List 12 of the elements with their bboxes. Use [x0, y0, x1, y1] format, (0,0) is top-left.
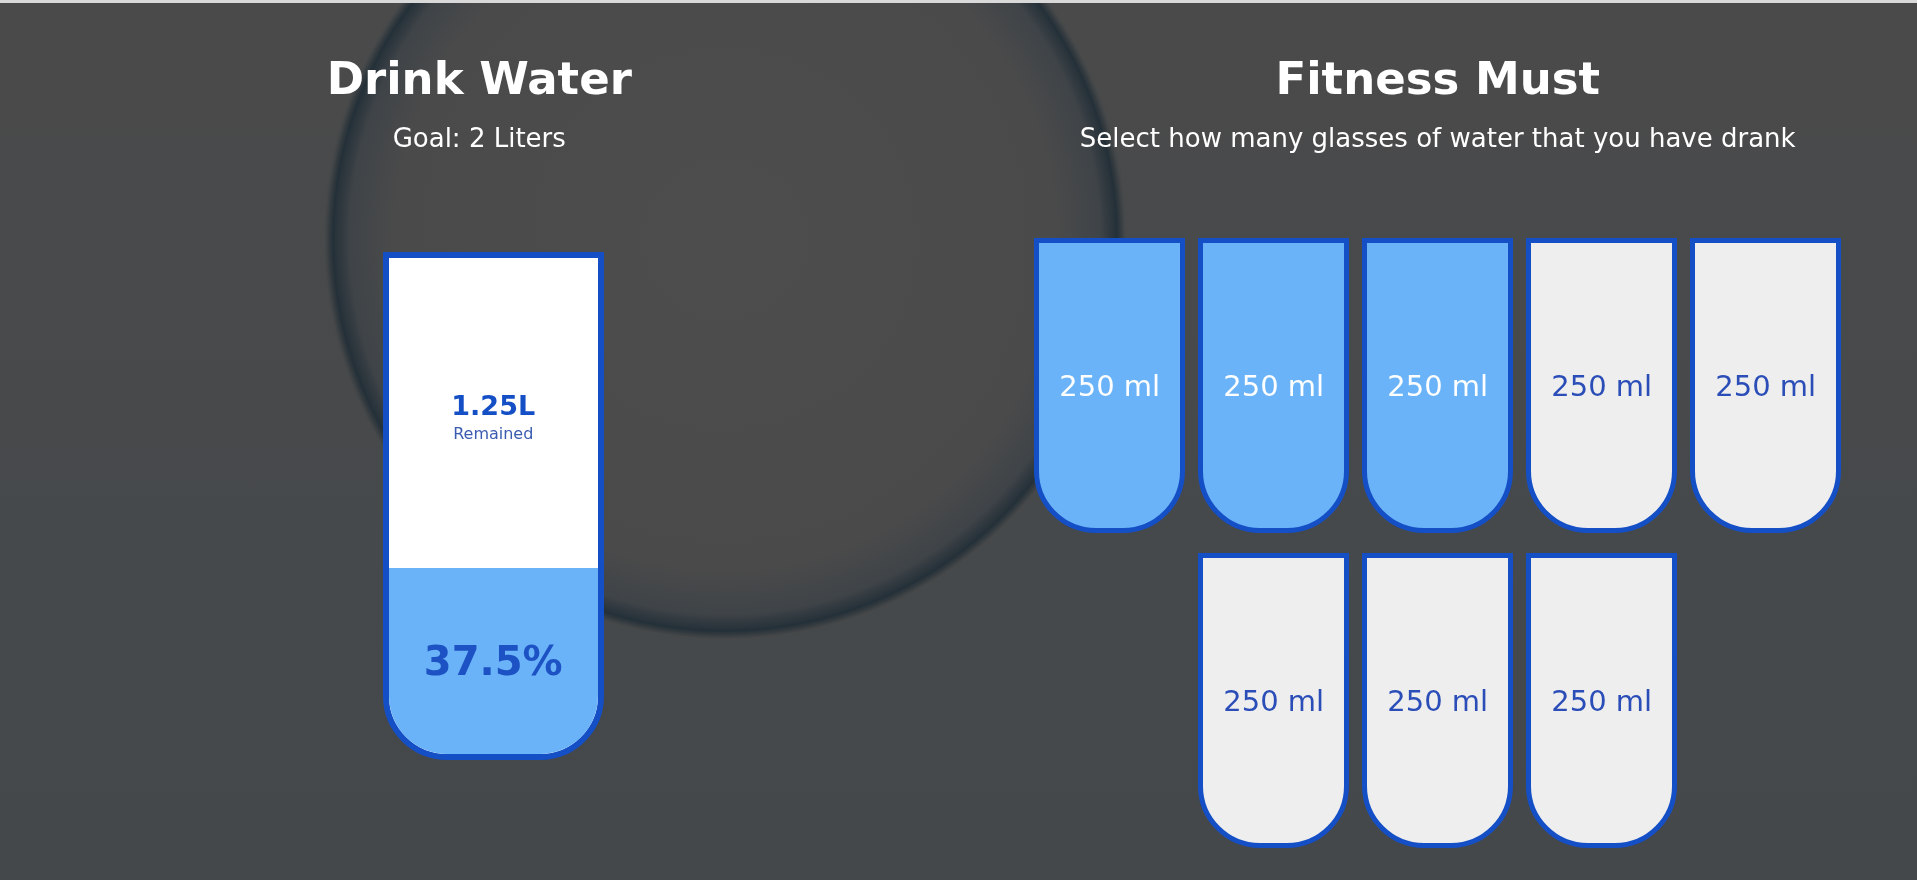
glass-button[interactable]: 250 ml — [1690, 238, 1842, 533]
page-title: Drink Water — [326, 51, 632, 107]
glass-button[interactable]: 250 ml — [1526, 553, 1678, 848]
glass-button[interactable]: 250 ml — [1198, 553, 1350, 848]
instruction-text: Select how many glasses of water that you have drank — [1079, 122, 1796, 155]
remained-label: Remained — [453, 423, 534, 445]
goal-text: Goal: 2 Liters — [392, 122, 566, 155]
glass-button[interactable]: 250 ml — [1362, 553, 1514, 848]
percentage-text: 37.5% — [423, 637, 563, 685]
remained-amount: 1.25L — [451, 389, 536, 423]
page-title: Fitness Must — [1275, 51, 1601, 107]
glass-button[interactable]: 250 ml — [1526, 238, 1678, 533]
